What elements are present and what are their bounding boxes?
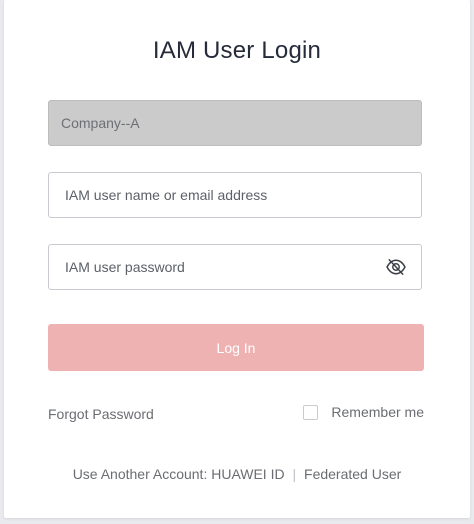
page-title: IAM User Login bbox=[152, 37, 322, 64]
password-field[interactable] bbox=[48, 244, 422, 290]
company-field bbox=[48, 100, 422, 146]
remember-me-label: Remember me bbox=[331, 404, 424, 420]
separator: | bbox=[292, 466, 297, 482]
login-card: IAM User Login Log In Forgot Password Re… bbox=[4, 0, 470, 518]
username-field[interactable] bbox=[48, 172, 422, 218]
eye-off-icon[interactable] bbox=[385, 258, 407, 276]
federated-user-link[interactable]: Federated User bbox=[304, 466, 401, 482]
login-button[interactable]: Log In bbox=[48, 324, 424, 371]
checkbox-box[interactable] bbox=[303, 404, 319, 420]
company-input bbox=[49, 101, 421, 145]
other-account-row: Use Another Account: HUAWEI ID | Federat… bbox=[4, 466, 470, 482]
huawei-id-link[interactable]: HUAWEI ID bbox=[211, 466, 284, 482]
username-input[interactable] bbox=[49, 173, 421, 217]
password-input[interactable] bbox=[49, 245, 421, 289]
remember-me-checkbox[interactable]: Remember me bbox=[303, 404, 424, 420]
other-account-prefix: Use Another Account: bbox=[72, 466, 208, 482]
forgot-password-link[interactable]: Forgot Password bbox=[48, 406, 154, 422]
